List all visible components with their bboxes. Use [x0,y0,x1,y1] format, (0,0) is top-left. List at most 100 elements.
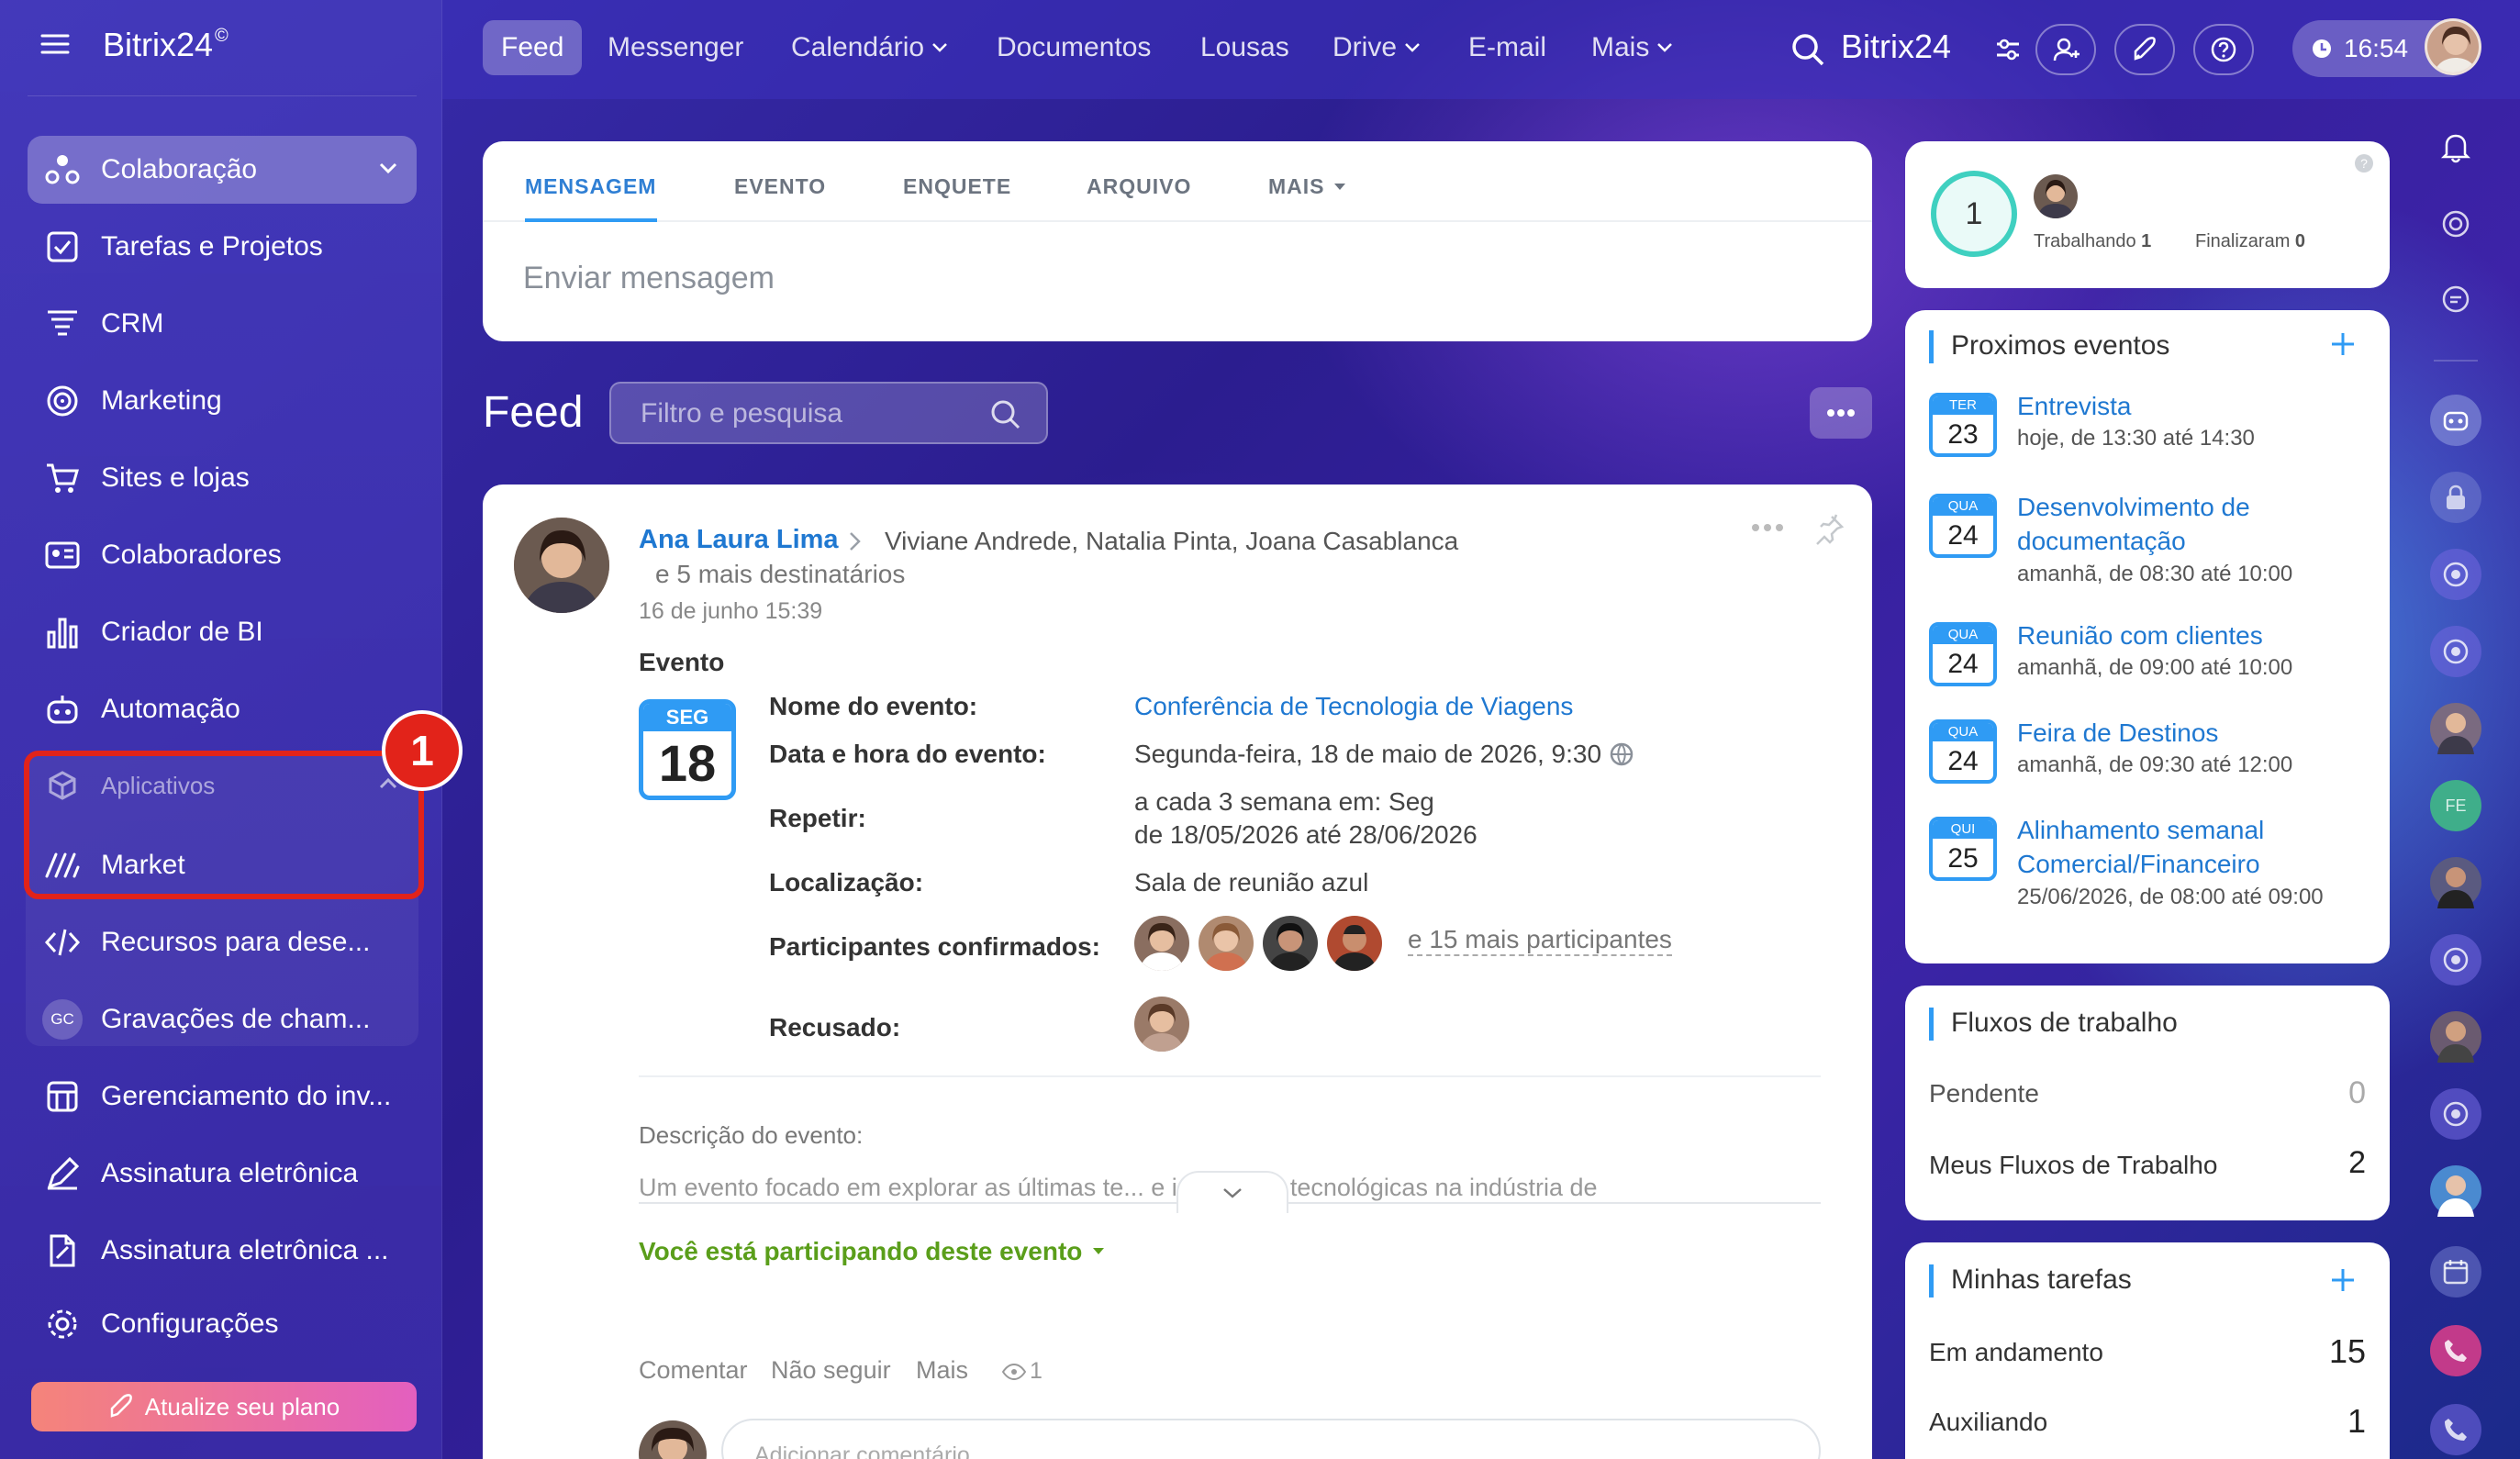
tab-enquete[interactable]: ENQUETE [903,174,1011,199]
phone-icon[interactable] [2430,1404,2481,1455]
bot-avatar[interactable] [2430,395,2481,446]
workflow-pending-label[interactable]: Pendente [1929,1079,2039,1108]
rocket-button[interactable] [2114,24,2175,75]
target-icon[interactable] [2430,198,2481,250]
participant-avatar[interactable] [1263,916,1318,971]
hamburger-menu-icon[interactable] [37,26,73,62]
sidebar-item-colaboradores[interactable]: Colaboradores [28,521,417,589]
sidebar-item-gravacoes[interactable]: GC Gravações de cham... [28,986,417,1053]
tasks-helping-label[interactable]: Auxiliando [1929,1408,2047,1437]
event-repeat-2: de 18/05/2026 até 28/06/2026 [1134,820,1477,849]
tab-evento[interactable]: EVENTO [734,174,826,199]
sidebar-item-colaboracao[interactable]: Colaboração [28,136,417,204]
add-event-icon[interactable] [2329,330,2357,358]
participant-avatar[interactable] [1327,916,1382,971]
comment-link[interactable]: Comentar [639,1356,748,1385]
sidebar-item-sites[interactable]: Sites e lojas [28,444,417,512]
add-task-icon[interactable] [2329,1266,2357,1294]
search-icon[interactable] [1790,31,1826,68]
event-title-link[interactable]: Comercial/Financeiro [2017,847,2260,881]
nav-drive[interactable]: Drive [1314,20,1439,75]
more-recipients-link[interactable]: e 5 mais destinatários [655,560,905,589]
sidebar-item-tarefas[interactable]: Tarefas e Projetos [28,213,417,281]
workflow-mine-label[interactable]: Meus Fluxos de Trabalho [1929,1151,2217,1180]
event-title-link[interactable]: documentação [2017,524,2186,558]
help-icon[interactable]: ? [2355,154,2373,173]
contact-avatar-fe[interactable]: FE [2430,780,2481,831]
nav-lousas[interactable]: Lousas [1182,20,1308,75]
sidebar-item-marketing[interactable]: Marketing [28,367,417,435]
event-title-link[interactable]: Reunião com clientes [2017,618,2263,652]
lock-icon[interactable] [2430,472,2481,523]
group-chat-icon[interactable] [2430,549,2481,600]
feed-more-button[interactable] [1810,387,1872,439]
sidebar-item-crm[interactable]: CRM [28,290,417,358]
contact-avatar[interactable] [2430,1165,2481,1217]
feed-search-input[interactable]: Filtro e pesquisa [609,382,1048,444]
event-title-link[interactable]: Feira de Destinos [2017,716,2218,750]
sidebar-item-automacao[interactable]: Automação [28,675,417,743]
working-user-avatar[interactable] [2034,174,2078,218]
more-participants-link[interactable]: e 15 mais participantes [1408,925,1672,956]
tab-mais[interactable]: MAIS [1268,174,1345,199]
event-title-link[interactable]: Entrevista [2017,389,2132,423]
nav-mais[interactable]: Mais [1573,20,1691,75]
declined-avatar[interactable] [1134,997,1189,1052]
tab-mensagem[interactable]: MENSAGEM [525,174,656,199]
author-avatar[interactable] [514,518,609,613]
pin-icon[interactable] [1813,514,1845,545]
nav-calendario[interactable]: Calendário [773,20,966,75]
comment-input[interactable]: Adicionar comentário [721,1419,1821,1459]
sidebar-item-recursos[interactable]: Recursos para dese... [28,908,417,976]
worktime-counter[interactable]: 1 [1931,171,2017,257]
group-chat-icon[interactable] [2430,1088,2481,1140]
settings-sliders-icon[interactable] [1993,35,2023,64]
group-chat-icon[interactable] [2430,626,2481,677]
crm-filter-icon [42,304,83,344]
bell-icon[interactable] [2430,121,2481,173]
nav-messenger[interactable]: Messenger [589,20,762,75]
event-name-link[interactable]: Conferência de Tecnologia de Viagens [1134,692,1573,721]
user-avatar[interactable] [2425,18,2481,75]
post-recipients[interactable]: Viviane Andrede, Natalia Pinta, Joana Ca… [885,527,1458,556]
unfollow-link[interactable]: Não seguir [771,1356,891,1385]
participant-avatar[interactable] [1199,916,1254,971]
sidebar-item-gerenciamento[interactable]: Gerenciamento do inv... [28,1063,417,1130]
nav-documentos[interactable]: Documentos [978,20,1169,75]
nav-email[interactable]: E-mail [1450,20,1565,75]
chat-search-icon[interactable] [2430,273,2481,325]
tab-arquivo[interactable]: ARQUIVO [1087,174,1191,199]
post-author-link[interactable]: Ana Laura Lima [639,525,839,555]
finished-count: 0 [2294,231,2306,251]
post-more-icon[interactable] [1751,523,1784,532]
step-badge: 1 [382,710,463,791]
more-link[interactable]: Mais [916,1356,968,1385]
contact-avatar[interactable] [2430,857,2481,908]
gear-icon [42,1304,83,1344]
brand-logo[interactable]: Bitrix24 © [103,26,229,64]
participant-avatar[interactable] [1134,916,1189,971]
post-date[interactable]: 16 de junho 15:39 [639,598,822,625]
tasks-ongoing-label[interactable]: Em andamento [1929,1338,2103,1367]
event-title-link[interactable]: Desenvolvimento de [2017,490,2250,524]
sidebar-item-assinatura[interactable]: Assinatura eletrônica [28,1140,417,1208]
sidebar-item-bi[interactable]: Criador de BI [28,598,417,666]
contact-avatar[interactable] [2430,1011,2481,1063]
expand-description-button[interactable] [1176,1171,1288,1213]
sidebar-item-assinatura-2[interactable]: Assinatura eletrônica ... [28,1217,417,1285]
contact-avatar[interactable] [2430,703,2481,754]
message-input[interactable]: Enviar mensagem [523,261,775,296]
event-title-link[interactable]: Alinhamento semanal [2017,813,2264,847]
nav-feed[interactable]: Feed [483,20,583,75]
brand-mark: © [215,26,229,46]
invite-user-button[interactable] [2035,24,2096,75]
sidebar-item-configuracoes[interactable]: Configurações [28,1290,417,1358]
group-chat-icon[interactable] [2430,934,2481,986]
rightbar-divider [2434,360,2478,362]
calendar-icon[interactable] [2430,1246,2481,1298]
phone-icon[interactable] [2430,1325,2481,1376]
help-button[interactable] [2193,24,2254,75]
nav-label: Documentos [997,32,1152,62]
participation-status-dropdown[interactable]: Você está participando deste evento [639,1237,1105,1266]
upgrade-plan-button[interactable]: Atualize seu plano [31,1382,417,1431]
